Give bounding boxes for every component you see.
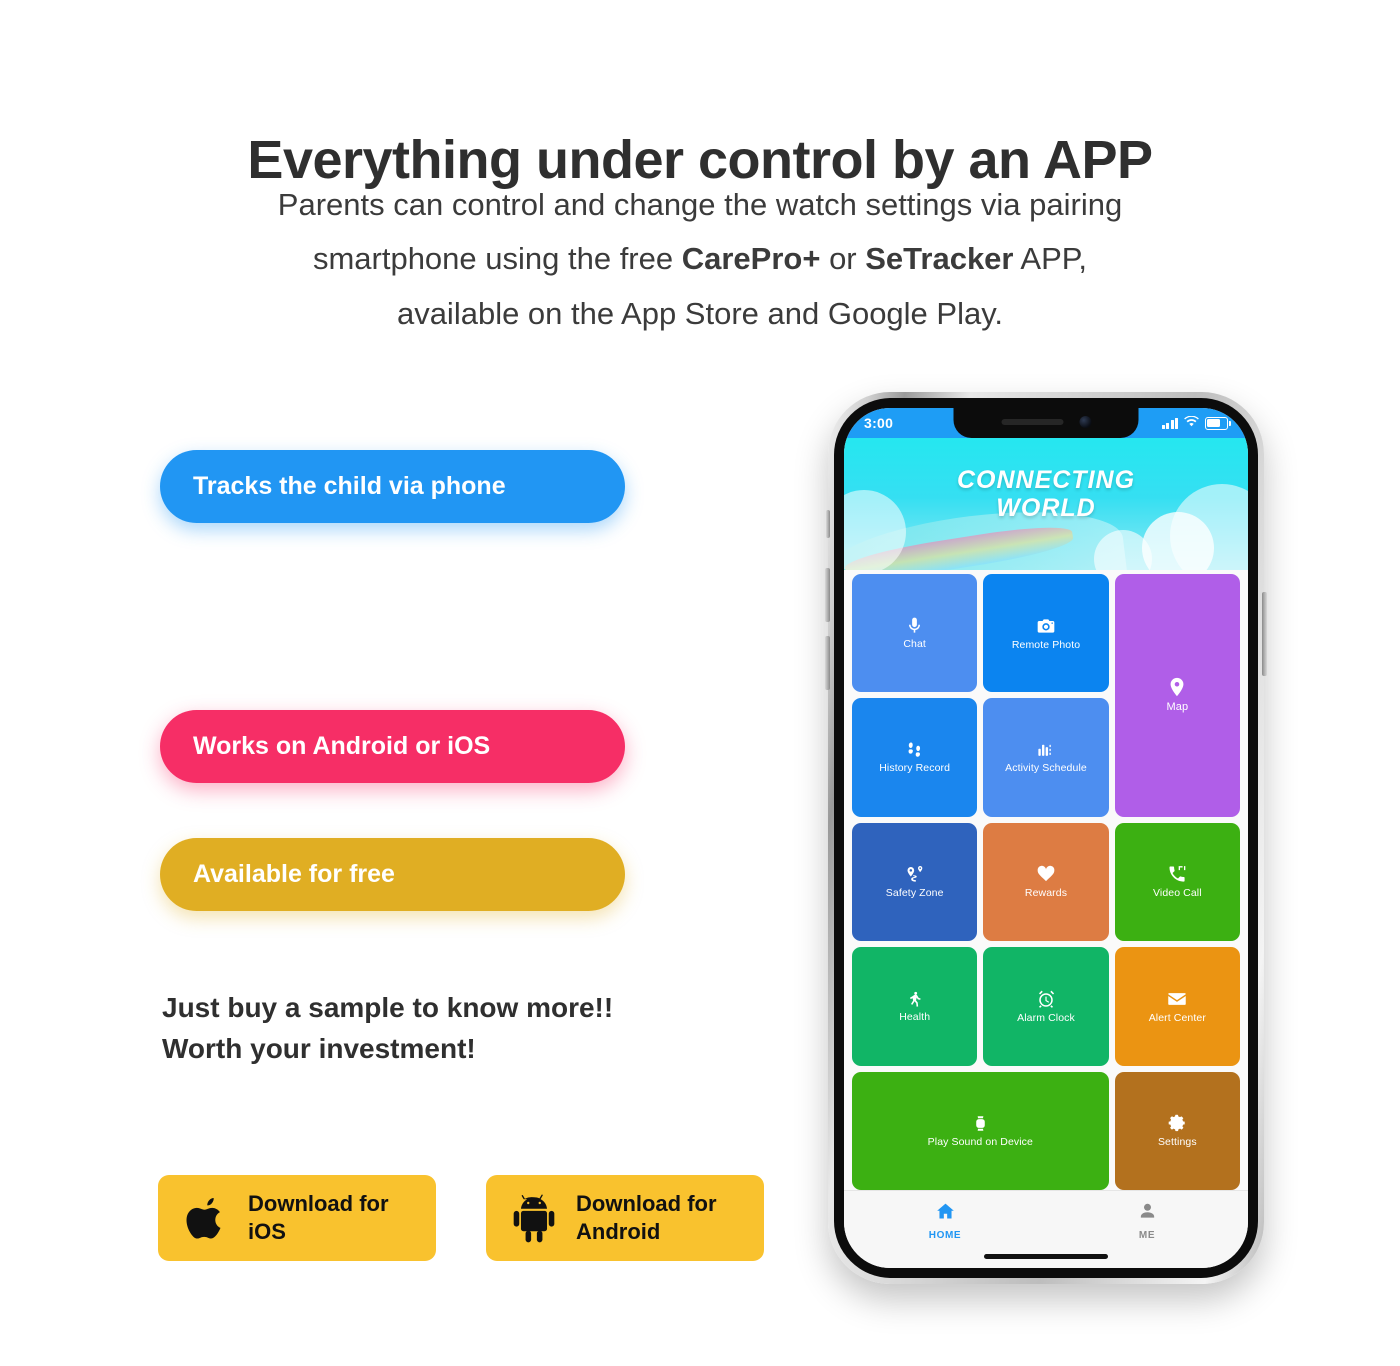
gear-icon	[1167, 1113, 1187, 1133]
alarm-clock-icon	[1036, 989, 1056, 1009]
feature-pill-available-free[interactable]: Available for free	[160, 838, 625, 911]
tile-remote-photo[interactable]: Remote Photo	[983, 574, 1109, 693]
tile-play-sound-on-device[interactable]: Play Sound on Device	[852, 1071, 1109, 1190]
walking-person-icon	[905, 989, 924, 1008]
tile-label: Settings	[1157, 1136, 1197, 1149]
tile-map[interactable]: Map	[1114, 574, 1240, 817]
map-pin-icon	[1166, 676, 1188, 698]
download-buttons: Download for iOS Download for Android	[158, 1175, 764, 1261]
wifi-icon	[1184, 414, 1199, 432]
video-call-icon	[1167, 864, 1187, 884]
envelope-icon	[1167, 989, 1187, 1009]
banner-title-line-2: WORLD	[996, 494, 1096, 522]
heart-icon	[1036, 864, 1056, 884]
geofence-icon	[905, 864, 925, 884]
subtitle-conjunction: or	[820, 241, 866, 277]
home-indicator	[984, 1254, 1108, 1259]
tile-safety-zone[interactable]: Safety Zone	[852, 822, 978, 942]
phone-mockup: 3:00 CONNECTING WORLD Chat Remote Photo …	[825, 392, 1267, 1284]
download-android-button[interactable]: Download for Android	[486, 1175, 764, 1261]
tile-label: Play Sound on Device	[927, 1135, 1033, 1148]
tile-label: Chat	[903, 638, 926, 650]
apple-icon	[180, 1190, 232, 1246]
front-camera-icon	[1079, 416, 1092, 428]
app-name-setracker: SeTracker	[865, 241, 1014, 277]
tile-alert-center[interactable]: Alert Center	[1114, 947, 1240, 1066]
nav-item-label: HOME	[928, 1230, 962, 1241]
app-name-carepro: CarePro+	[681, 241, 821, 277]
power-button[interactable]	[1262, 592, 1267, 676]
person-icon	[1137, 1201, 1158, 1227]
tile-activity-schedule[interactable]: Activity Schedule	[983, 698, 1109, 817]
tagline-line-2: Worth your investment!	[162, 1032, 476, 1064]
tile-label: Map	[1166, 701, 1189, 714]
promo-page: Everything under control by an APP Paren…	[0, 0, 1400, 1366]
phone-notch	[953, 408, 1139, 438]
android-icon	[508, 1190, 560, 1246]
subtitle-line-2-part-1: smartphone using the free	[312, 241, 682, 277]
app-hero-banner: CONNECTING WORLD	[844, 438, 1248, 570]
tile-label: Health	[899, 1011, 931, 1024]
camera-icon	[1036, 616, 1056, 636]
tile-label: Alert Center	[1148, 1011, 1206, 1024]
tile-label: Rewards	[1024, 887, 1068, 900]
download-android-line-1: Download for	[576, 1190, 717, 1216]
subtitle-line-1: Parents can control and change the watch…	[277, 187, 1123, 222]
bar-chart-icon	[1036, 740, 1055, 759]
tile-label: Activity Schedule	[1005, 762, 1087, 775]
tile-label: Video Call	[1152, 887, 1202, 900]
tile-health[interactable]: Health	[852, 947, 978, 1066]
status-indicators	[1161, 414, 1231, 432]
smartwatch-icon	[971, 1114, 990, 1133]
banner-title-line-1: CONNECTING	[956, 466, 1136, 494]
feature-pill-label: Works on Android or iOS	[193, 732, 491, 760]
phone-screen: 3:00 CONNECTING WORLD Chat Remote Photo …	[844, 408, 1248, 1268]
tile-label: Alarm Clock	[1017, 1011, 1075, 1024]
download-ios-button[interactable]: Download for iOS	[158, 1175, 436, 1261]
feature-pill-works-android-ios[interactable]: Works on Android or iOS	[160, 710, 625, 783]
tile-video-call[interactable]: Video Call	[1114, 822, 1240, 942]
nav-item-home[interactable]: HOME	[844, 1201, 1046, 1241]
tile-label: History Record	[879, 762, 951, 775]
feature-pill-tracks-child[interactable]: Tracks the child via phone	[160, 450, 625, 523]
tile-rewards[interactable]: Rewards	[983, 822, 1109, 942]
home-icon	[935, 1201, 956, 1227]
download-ios-line-2: iOS	[248, 1219, 286, 1244]
tagline-line-1: Just buy a sample to know more!!	[162, 992, 614, 1023]
subtitle-line-2-part-2: APP,	[1013, 241, 1088, 277]
download-android-line-2: Android	[576, 1219, 661, 1244]
tile-settings[interactable]: Settings	[1114, 1071, 1240, 1190]
cellular-signal-icon	[1161, 417, 1178, 429]
tile-label: Safety Zone	[885, 887, 944, 900]
download-android-label: Download for Android	[576, 1190, 717, 1246]
earpiece-speaker	[1001, 419, 1064, 425]
download-ios-label: Download for iOS	[248, 1190, 389, 1246]
tagline: Just buy a sample to know more!! Worth y…	[162, 988, 613, 1070]
feature-pill-label: Tracks the child via phone	[193, 472, 506, 500]
page-subtitle: Parents can control and change the watch…	[0, 178, 1400, 341]
microphone-icon	[905, 616, 924, 635]
download-ios-line-1: Download for	[248, 1190, 389, 1216]
app-tile-grid: Chat Remote Photo Map History Record Act…	[852, 574, 1240, 1190]
volume-down-button[interactable]	[825, 636, 830, 690]
feature-pill-label: Available for free	[193, 860, 395, 888]
tile-label: Remote Photo	[1011, 638, 1081, 651]
subtitle-line-3: available on the App Store and Google Pl…	[396, 295, 1004, 331]
nav-item-label: ME	[1138, 1230, 1156, 1241]
tile-alarm-clock[interactable]: Alarm Clock	[983, 947, 1109, 1066]
silent-switch[interactable]	[826, 510, 830, 538]
footprints-icon	[905, 740, 924, 759]
status-clock: 3:00	[864, 415, 894, 431]
banner-title: CONNECTING WORLD	[844, 466, 1248, 522]
battery-icon	[1205, 416, 1231, 430]
tile-history-record[interactable]: History Record	[852, 698, 978, 817]
tile-chat[interactable]: Chat	[852, 574, 978, 693]
volume-up-button[interactable]	[825, 568, 830, 622]
nav-item-me[interactable]: ME	[1046, 1201, 1248, 1241]
